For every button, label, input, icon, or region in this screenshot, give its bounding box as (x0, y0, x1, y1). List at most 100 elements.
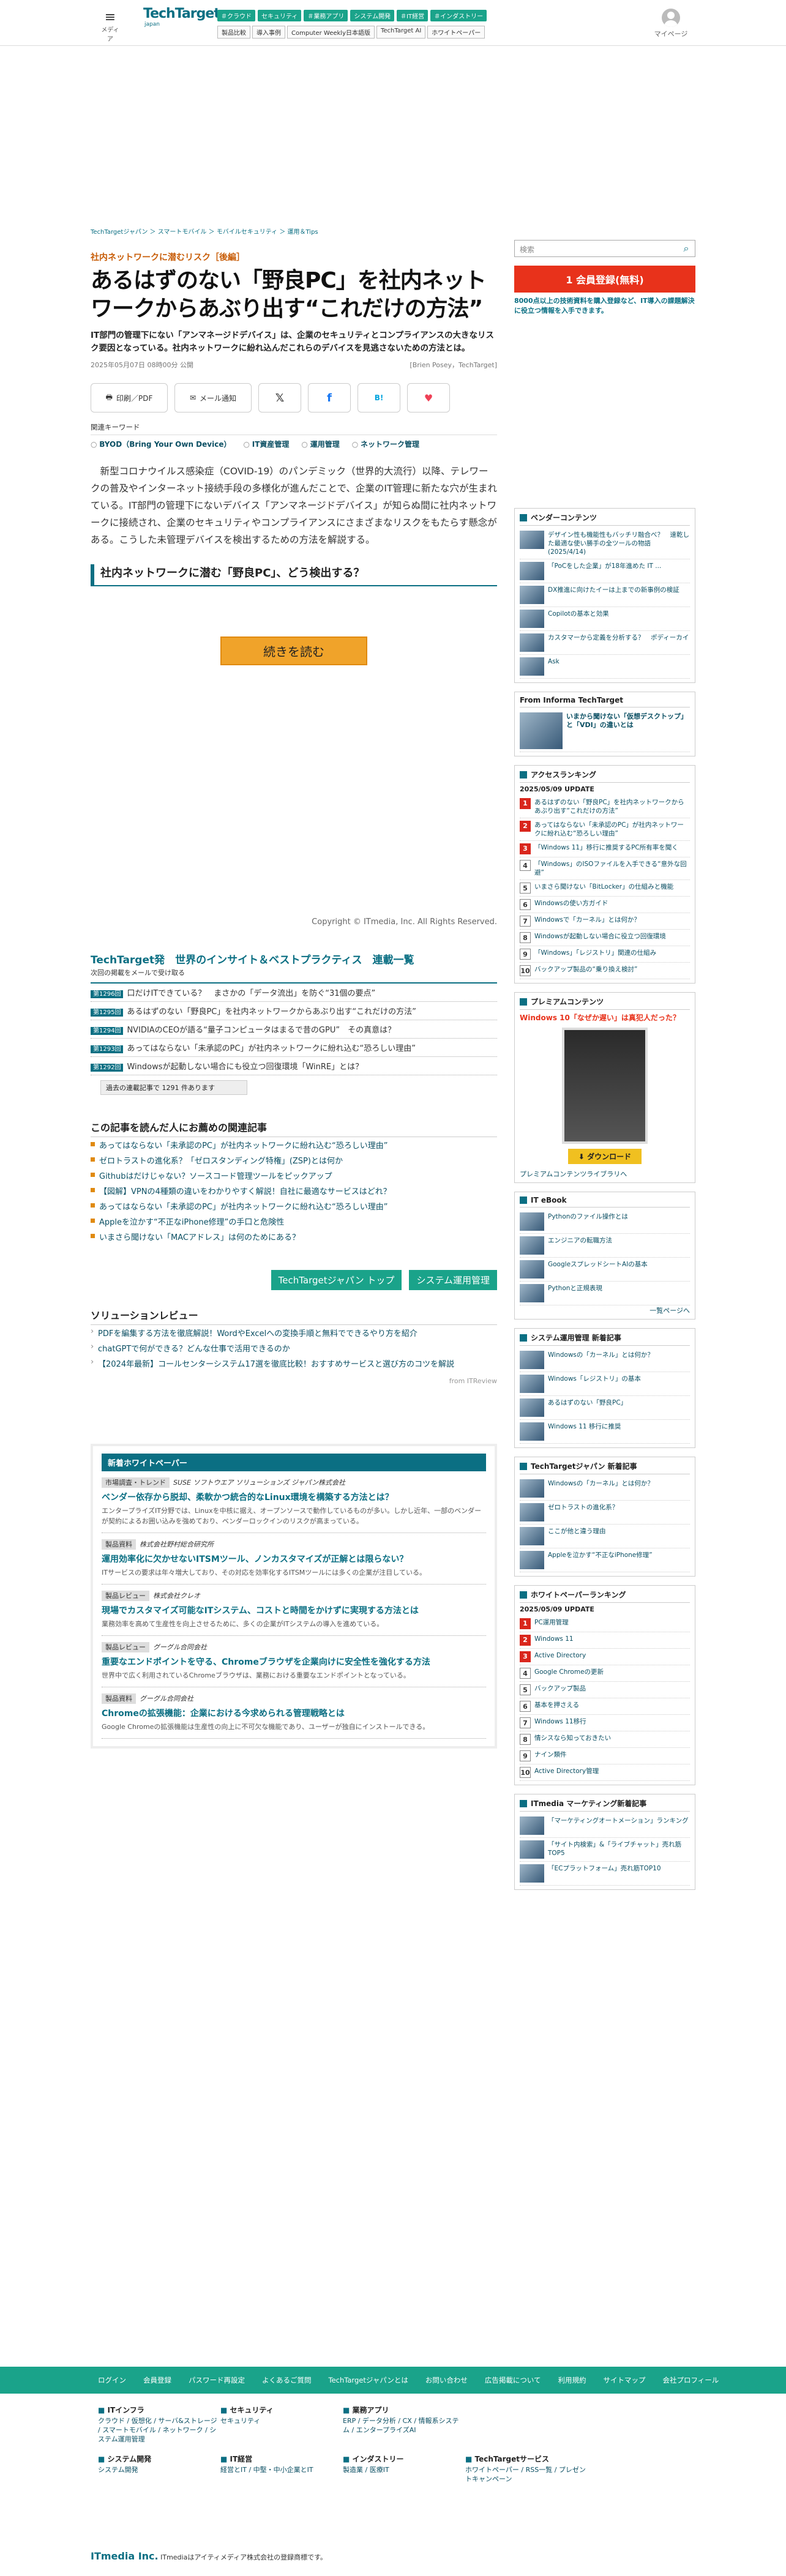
access-item[interactable]: 1 あるはずのない「野良PC」を社内ネットワークからあぶり出す“これだけの方法” (520, 796, 690, 818)
informa-item[interactable]: いまから聞けない「仮想デスクトップ」と「VDI」の違いとは (520, 710, 690, 752)
wprank-item[interactable]: 3 Active Directory (520, 1649, 690, 1665)
whitepaper-title[interactable]: 現場でカスタマイズ可能なITシステム、コストと時間をかけずに実現する方法とは (102, 1604, 486, 1616)
vendor-item[interactable]: デザイン性も機能性もバッチリ融合べ？ 速乾した最適な使い勝手の全ツールの物語 (… (520, 528, 690, 559)
whitepaper-item[interactable]: 市場調査・トレンド SUSE ソフトウエア ソリューションズ ジャパン株式会社 ベン… (102, 1471, 486, 1533)
access-item[interactable]: 6 Windowsの使い方ガイド (520, 897, 690, 913)
solution-item[interactable]: PDFを編集する方法を徹底解説！WordやExcelへの変換手順と無料でできるや… (91, 1325, 497, 1340)
solution-item[interactable]: 【2024年最新】コールセンターシステム17選を徹底比較！おすすめサービスと選び… (91, 1356, 497, 1371)
ebook-item[interactable]: GoogleスプレッドシートAIの基本 (520, 1258, 690, 1282)
access-item[interactable]: 7 Windowsで「カーネル」とは何か？ (520, 913, 690, 930)
print-button[interactable]: 🖶 印刷／PDF (91, 383, 168, 413)
wprank-item[interactable]: 7 Windows 11移行 (520, 1715, 690, 1731)
itmedia-item[interactable]: 「サイト内検索」&「ライブチャット」売れ筋TOP5 (520, 1838, 690, 1862)
pocket-share-button[interactable]: ♥ (407, 383, 450, 413)
wprank-item[interactable]: 5 バックアップ製品 (520, 1682, 690, 1698)
solution-item[interactable]: chatGPTで何ができる？どんな仕事で活用できるのか (91, 1340, 497, 1356)
whitepaper-title[interactable]: ベンダー依存から脱却、柔軟かつ統合的なLinux環境を構築する方法とは？ (102, 1491, 486, 1503)
access-item[interactable]: 8 Windowsが起動しない場合に役立つ回復環境 (520, 930, 690, 946)
access-item[interactable]: 3 「Windows 11」移行に推奨するPC所有率を聞く (520, 841, 690, 857)
premium-cover[interactable] (562, 1028, 648, 1144)
footer-col-heading[interactable]: ITインフラ (98, 2405, 220, 2415)
series-item[interactable]: 第1294回 NVIDIAのCEOが語る“量子コンピュータはまるで昔のGPU” そ… (91, 1020, 497, 1039)
search-input[interactable]: 検索 (515, 241, 678, 256)
footer-nav-link[interactable]: 利用規約 (558, 2375, 586, 2385)
footer-col-links[interactable]: ホワイトペーパー / RSS一覧 / プレゼントキャンペーン (465, 2465, 588, 2484)
ttj-item[interactable]: Appleを泣かす“不正なiPhone修理” (520, 1548, 690, 1572)
whitepaper-title[interactable]: 重要なエンドポイントを守る、Chromeブラウザを企業向けに安全性を強化する方法 (102, 1656, 486, 1668)
logo[interactable]: TechTarget japan (143, 6, 220, 28)
tag-link[interactable]: セキュリティ (258, 10, 302, 21)
related-item[interactable]: 【図解】VPNの4種類の違いをわかりやすく解説！自社に最適なサービスはどれ？ (91, 1183, 497, 1198)
footer-col-heading[interactable]: システム開発 (98, 2454, 220, 2464)
read-more-button[interactable]: 続きを読む (220, 637, 367, 665)
ttj-item[interactable]: Windowsの「カーネル」とは何か？ (520, 1477, 690, 1501)
footer-nav-link[interactable]: 会員登録 (143, 2375, 171, 2385)
author[interactable]: [Brien Posey，TechTarget] (410, 360, 497, 370)
download-button[interactable]: ⬇ ダウンロード (568, 1149, 642, 1164)
footer-col-heading[interactable]: セキュリティ (220, 2405, 343, 2415)
ttj-item[interactable]: ここが他と違う理由 (520, 1525, 690, 1548)
wprank-item[interactable]: 1 PC運用管理 (520, 1616, 690, 1632)
footer-col-links[interactable]: クラウド / 仮想化 / サーバ&ストレージ / スマートモバイル / ネットワ… (98, 2416, 220, 2444)
footer-col-links[interactable]: 経営とIT / 中堅・中小企業とIT (220, 2465, 343, 2474)
keyword-link[interactable]: IT資産管理 (243, 439, 290, 449)
footer-nav-link[interactable]: よくあるご質問 (262, 2375, 312, 2385)
menu-button[interactable]: ≡ メディア (101, 11, 119, 43)
whitepaper-title[interactable]: 運用効率化に欠かせないITSMツール、ノンカスタマイズが正解とは限らない？ (102, 1553, 486, 1565)
footer-col-links[interactable]: 製造業 / 医療IT (343, 2465, 465, 2474)
top-button[interactable]: TechTargetジャパン トップ (271, 1270, 402, 1290)
series-item[interactable]: 第1295回 あるはずのない「野良PC」を社内ネットワークからあぶり出す“これだけ… (91, 1002, 497, 1020)
footer-col-heading[interactable]: インダストリー (343, 2454, 465, 2464)
premium-library-link[interactable]: プレミアムコンテンツライブラリへ (520, 1169, 690, 1179)
itmedia-logo[interactable]: ITmedia Inc. (91, 2550, 159, 2562)
nav-link[interactable]: 導入事例 (252, 26, 285, 39)
wprank-item[interactable]: 9 ナイン類件 (520, 1748, 690, 1764)
nav-link[interactable]: ホワイトペーパー (427, 26, 485, 39)
x-share-button[interactable]: 𝕏 (258, 383, 301, 413)
vendor-item[interactable]: Copilotの基本と効果 (520, 607, 690, 631)
ops-item[interactable]: あるはずのない「野良PC」 (520, 1396, 690, 1420)
footer-nav-link[interactable]: パスワード再設定 (189, 2375, 245, 2385)
series-item[interactable]: 第1296回 口だけITできている？ まさかの「データ流出」を防ぐ“31個の要点” (91, 984, 497, 1002)
nav-link[interactable]: Computer Weekly日本語版 (287, 26, 375, 39)
footer-nav-link[interactable]: 会社プロフィール (663, 2375, 719, 2385)
ops-item[interactable]: Windows「レジストリ」の基本 (520, 1372, 690, 1396)
whitepaper-item[interactable]: 製品レビュー 株式会社クレオ 現場でカスタマイズ可能なITシステム、コストと時間をか… (102, 1585, 486, 1636)
related-item[interactable]: あってはならない「未承認のPC」が社内ネットワークに紛れ込む“恐ろしい理由” (91, 1137, 497, 1152)
wprank-item[interactable]: 4 Google Chromeの更新 (520, 1665, 690, 1682)
series-item[interactable]: 第1292回 Windowsが起動しない場合にも役立つ回復環境「WinRE」とは？ (91, 1057, 497, 1075)
series-subscribe-link[interactable]: 次回の掲載をメールで受け取る (91, 968, 497, 977)
related-item[interactable]: あってはならない「未承認のPC」が社内ネットワークに紛れ込む“恐ろしい理由” (91, 1198, 497, 1214)
nav-link[interactable]: 製品比較 (217, 26, 250, 39)
footer-col-heading[interactable]: IT経営 (220, 2454, 343, 2464)
footer-col-links[interactable]: システム開発 (98, 2465, 220, 2474)
footer-nav-link[interactable]: TechTargetジャパンとは (329, 2375, 408, 2385)
wprank-item[interactable]: 10 Active Directory管理 (520, 1764, 690, 1781)
ebook-more-link[interactable]: 一覧ページへ (520, 1305, 690, 1315)
footer-nav-link[interactable]: お問い合わせ (425, 2375, 468, 2385)
ebook-item[interactable]: Pythonのファイル操作とは (520, 1210, 690, 1234)
tag-link[interactable]: システム開発 (350, 10, 395, 21)
ttj-item[interactable]: ゼロトラストの進化系？ (520, 1501, 690, 1525)
footer-nav-link[interactable]: ログイン (98, 2375, 126, 2385)
related-item[interactable]: ゼロトラストの進化系？「ゼロスタンディング特権」(ZSP)とは何か (91, 1152, 497, 1168)
premium-title[interactable]: Windows 10「なぜか遅い」は真犯人だった？ (520, 1012, 690, 1023)
series-item[interactable]: 第1293回 あってはならない「未承認のPC」が社内ネットワークに紛れ込む“恐ろし… (91, 1039, 497, 1057)
access-item[interactable]: 9 「Windows」「レジストリ」関連の仕組み (520, 946, 690, 963)
access-item[interactable]: 5 いまさら聞けない「BitLocker」の仕組みと機能 (520, 880, 690, 897)
ops-item[interactable]: Windowsの「カーネル」とは何か？ (520, 1348, 690, 1372)
whitepaper-title[interactable]: Chromeの拡張機能：企業における今求められる管理戦略とは (102, 1707, 486, 1719)
footer-col-links[interactable]: セキュリティ (220, 2416, 343, 2425)
keyword-link[interactable]: ネットワーク管理 (352, 439, 419, 449)
vendor-item[interactable]: 「PoCをした企業」が18年進めた IT ... (520, 559, 690, 583)
vendor-item[interactable]: カスタマーから定義を分析する？ ポディーカイ (520, 631, 690, 655)
mail-button[interactable]: ✉ メール通知 (174, 383, 252, 413)
footer-col-links[interactable]: ERP / データ分析 / CX / 情報系システム / エンタープライズAI (343, 2416, 465, 2435)
facebook-share-button[interactable]: f (308, 383, 351, 413)
keyword-link[interactable]: BYOD（Bring Your Own Device） (91, 439, 231, 449)
ops-button[interactable]: システム運用管理 (409, 1270, 497, 1290)
footer-col-heading[interactable]: 業務アプリ (343, 2405, 465, 2415)
mypage-button[interactable]: マイページ (653, 9, 689, 39)
access-item[interactable]: 10 バックアップ製品の“乗り換え検討” (520, 963, 690, 979)
wprank-item[interactable]: 6 基本を押さえる (520, 1698, 690, 1715)
